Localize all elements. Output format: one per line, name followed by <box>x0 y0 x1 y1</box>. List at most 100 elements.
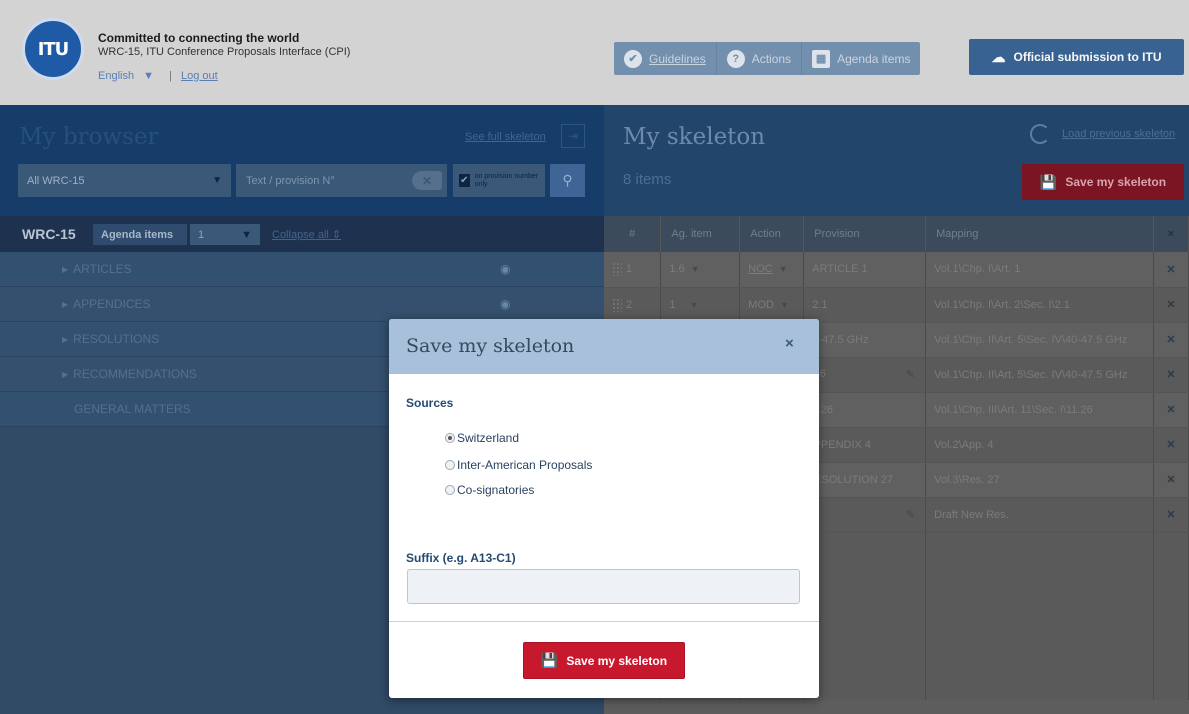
column-header-action: Action <box>739 216 805 252</box>
remove-row-icon[interactable]: ✕ <box>1153 497 1189 533</box>
mapping-cell: Draft New Res. <box>925 497 1155 533</box>
source-option-inter-american[interactable]: Inter-American Proposals <box>445 458 592 472</box>
chevron-down-icon: ▼ <box>778 264 788 275</box>
radio-icon[interactable] <box>445 485 455 495</box>
header-nav: ✔ Guidelines ? Actions ▦ Agenda items <box>614 42 921 75</box>
row-number[interactable]: 1 <box>604 252 662 288</box>
wrc-bar: WRC-15 Agenda items 1 ▼ Collapse all ⇕ <box>0 216 604 252</box>
agenda-item-select[interactable]: 1 ▼ <box>660 287 741 323</box>
items-count: 8 items <box>623 171 672 188</box>
expand-panel-icon[interactable]: ⇥ <box>561 124 585 148</box>
provision-cell: 2.1 <box>803 287 927 323</box>
app-header: ITU Committed to connecting the world WR… <box>0 0 1189 105</box>
modal-divider <box>389 621 819 622</box>
see-full-skeleton-link[interactable]: See full skeleton <box>465 131 546 143</box>
remove-row-icon[interactable]: ✕ <box>1153 252 1189 288</box>
floppy-disk-icon: 💾 <box>540 652 559 668</box>
scope-select[interactable]: All WRC-15 ▼ <box>18 164 231 197</box>
save-skeleton-button[interactable]: 💾 Save my skeleton <box>1022 164 1184 200</box>
chevron-down-icon: ▼ <box>143 70 155 82</box>
browser-title: My browser <box>19 124 159 150</box>
caret-right-icon: ▶ <box>62 334 69 344</box>
provision-only-checkbox[interactable]: ✔ on provision number only <box>453 164 545 197</box>
agenda-items-label: Agenda items <box>93 224 187 245</box>
brand-subtitle: WRC-15, ITU Conference Proposals Interfa… <box>98 46 351 58</box>
remove-row-icon[interactable]: ✕ <box>1153 427 1189 463</box>
divider: | <box>169 70 172 82</box>
tree-item-articles[interactable]: ▶ ARTICLES ◉ <box>0 252 604 287</box>
logout-link[interactable]: Log out <box>181 70 218 82</box>
remove-row-icon[interactable]: ✕ <box>1153 392 1189 428</box>
save-skeleton-modal: Save my skeleton × Sources Switzerland I… <box>389 319 819 698</box>
modal-title: Save my skeleton <box>406 335 575 357</box>
official-submission-button[interactable]: ☁ Official submission to ITU <box>969 39 1184 75</box>
refresh-icon <box>1030 124 1050 144</box>
pencil-icon[interactable]: ✎ <box>906 368 915 381</box>
skeleton-toolbar: My skeleton 8 items Load previous skelet… <box>604 105 1189 216</box>
close-icon[interactable]: × <box>785 335 794 352</box>
action-select[interactable]: MOD ▼ <box>739 287 805 323</box>
language-select[interactable]: English ▼ <box>98 70 160 82</box>
column-header-agenda-item: Ag. item <box>660 216 741 252</box>
agenda-item-select[interactable]: 1.6 ▼ <box>660 252 741 288</box>
source-option-co-signatories[interactable]: Co-signatories <box>445 483 534 497</box>
drag-handle-icon[interactable] <box>612 262 622 277</box>
floppy-disk-icon: 💾 <box>1039 173 1058 190</box>
pencil-icon[interactable]: ✎ <box>906 508 915 521</box>
cloud-upload-icon: ☁ <box>991 48 1006 65</box>
language-row: English ▼ | Log out <box>98 70 224 82</box>
wrc-label: WRC-15 <box>22 226 76 242</box>
action-select[interactable]: NOC ▼ <box>739 252 805 288</box>
agenda-items-button[interactable]: ▦ Agenda items <box>802 42 920 75</box>
drag-handle-icon[interactable] <box>612 297 622 312</box>
mapping-cell: Vol.1\Chp. III\Art. 11\Sec. I\11.26 <box>925 392 1155 428</box>
caret-right-icon: ▶ <box>62 369 69 379</box>
chevron-down-icon: ▼ <box>241 228 252 241</box>
provision-cell: 40-47.5 GHz <box>803 322 927 358</box>
row-number[interactable]: 2 <box>604 287 662 323</box>
remove-row-icon[interactable]: ✕ <box>1153 322 1189 358</box>
column-header-provision: Provision <box>803 216 927 252</box>
suffix-input[interactable] <box>407 569 800 604</box>
remove-row-icon[interactable]: ✕ <box>1153 357 1189 393</box>
search-icon: ⚲ <box>562 172 573 188</box>
table-header: # Ag. item Action Provision Mapping × <box>604 216 1189 252</box>
provision-cell: ARTICLE 1 <box>803 252 927 288</box>
eye-icon[interactable]: ◉ <box>500 262 516 276</box>
provision-cell: A16✎ <box>803 357 927 393</box>
actions-button[interactable]: ? Actions <box>717 42 803 75</box>
itu-logo[interactable]: ITU <box>22 18 84 80</box>
clear-search-icon[interactable]: ✕ <box>412 171 442 190</box>
sources-label: Sources <box>406 396 454 410</box>
search-button[interactable]: ⚲ <box>550 164 585 197</box>
check-circle-icon: ✔ <box>624 49 642 68</box>
chevron-down-icon: ▼ <box>779 299 789 310</box>
tree-item-appendices[interactable]: ▶ APPENDICES ◉ <box>0 287 604 322</box>
eye-icon[interactable]: ◉ <box>500 297 516 311</box>
chevron-down-icon: ▼ <box>690 264 700 275</box>
modal-header: Save my skeleton × <box>389 319 819 374</box>
guidelines-button[interactable]: ✔ Guidelines <box>614 42 717 75</box>
radio-icon[interactable] <box>445 460 455 470</box>
mapping-cell: Vol.1\Chp. I\Art. 1 <box>925 252 1155 288</box>
calendar-icon: ▦ <box>812 49 831 68</box>
provision-cell: 11.26 <box>803 392 927 428</box>
provision-cell: ✎ <box>803 497 927 533</box>
modal-save-button[interactable]: 💾 Save my skeleton <box>523 642 685 679</box>
load-previous-skeleton-link[interactable]: Load previous skeleton <box>1030 124 1175 144</box>
question-circle-icon: ? <box>726 49 745 68</box>
browser-toolbar: My browser See full skeleton ⇥ All WRC-1… <box>0 105 604 216</box>
agenda-items-select[interactable]: 1 ▼ <box>190 224 260 245</box>
radio-selected-icon[interactable] <box>445 433 455 443</box>
column-header-number: # <box>604 216 662 252</box>
remove-row-icon[interactable]: ✕ <box>1153 462 1189 498</box>
remove-all-icon[interactable]: × <box>1153 216 1189 252</box>
brand-title: Committed to connecting the world <box>98 31 300 45</box>
remove-row-icon[interactable]: ✕ <box>1153 287 1189 323</box>
table-row: 2 1 ▼ MOD ▼ 2.1 Vol.1\Chp. I\Art. 2\Sec. I… <box>604 287 1189 323</box>
collapse-all-link[interactable]: Collapse all ⇕ <box>272 228 341 241</box>
chevron-down-icon: ▼ <box>689 299 699 310</box>
source-option-switzerland[interactable]: Switzerland <box>445 431 519 445</box>
mapping-cell: Vol.2\App. 4 <box>925 427 1155 463</box>
mapping-cell: Vol.1\Chp. I\Art. 2\Sec. I\2.1 <box>925 287 1155 323</box>
